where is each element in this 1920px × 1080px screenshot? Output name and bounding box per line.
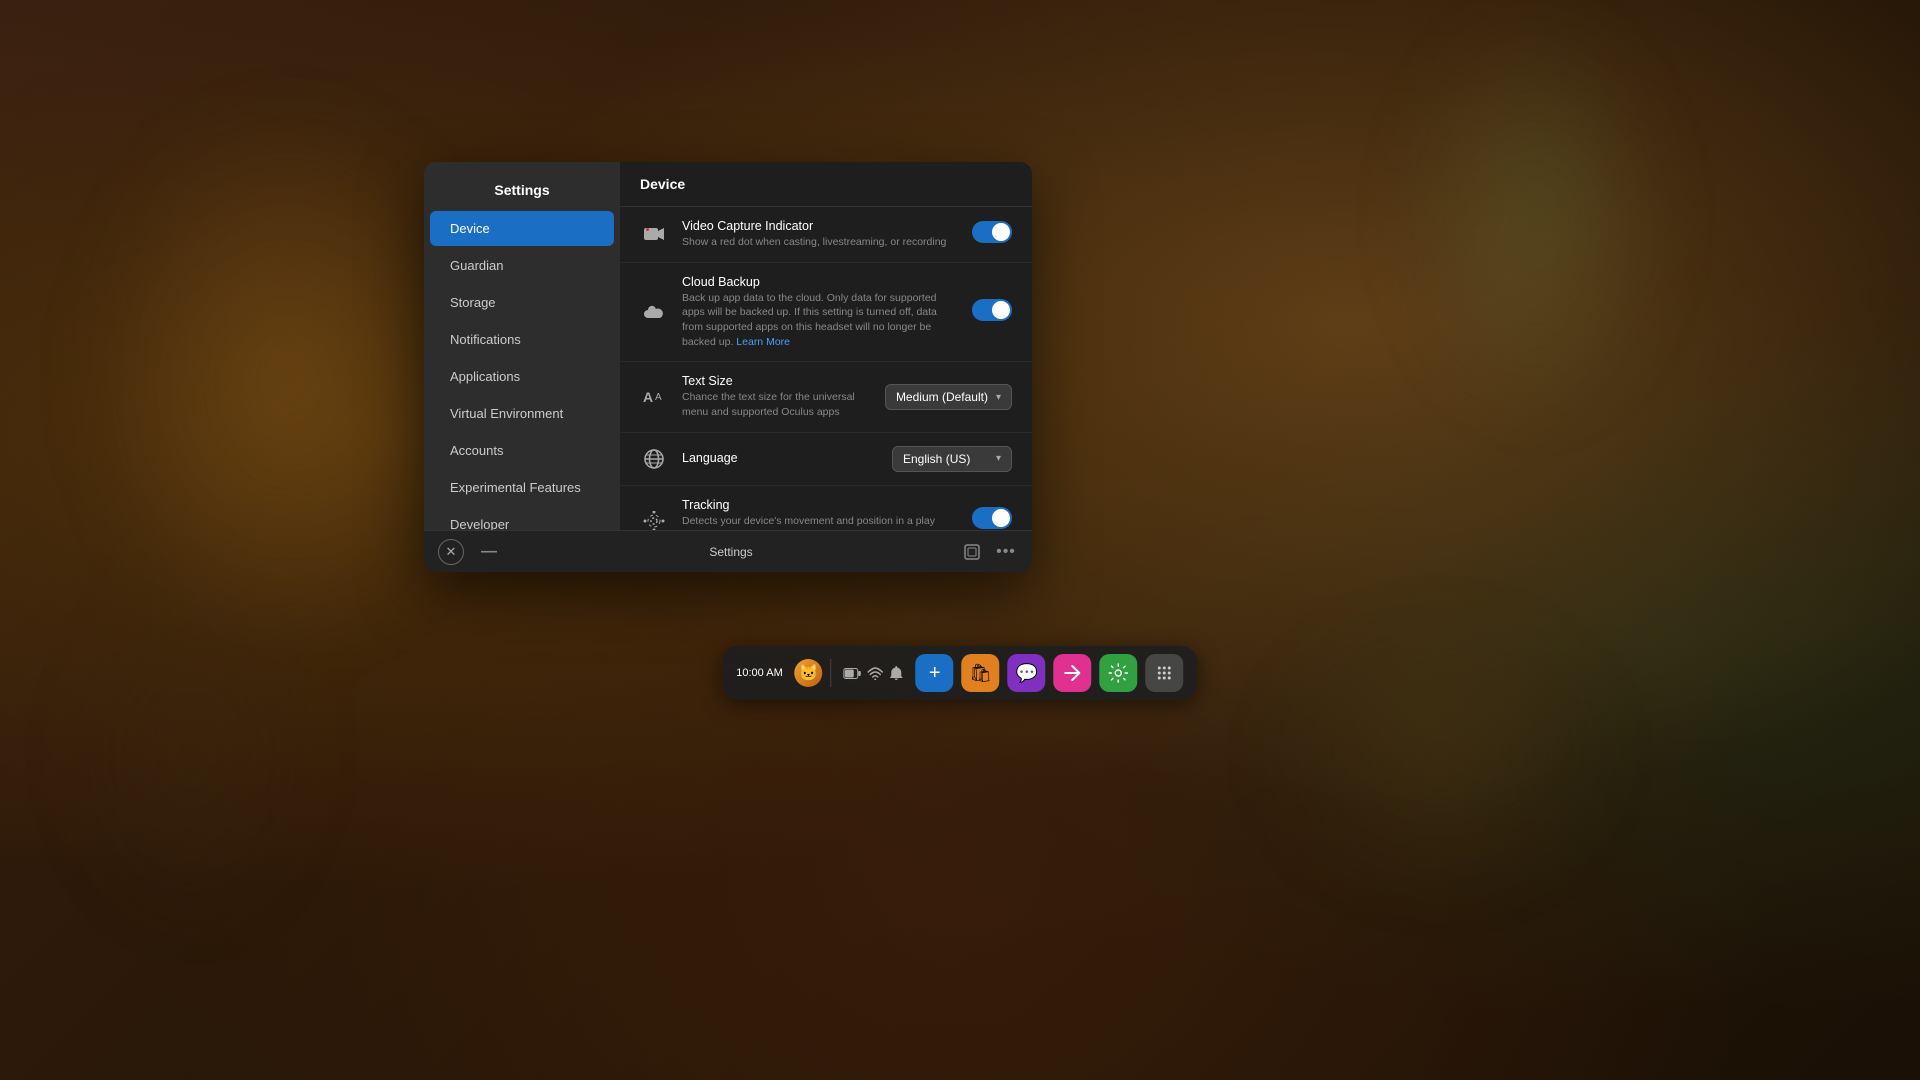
video-capture-toggle[interactable]	[972, 221, 1012, 243]
cloud-backup-desc: Back up app data to the cloud. Only data…	[682, 291, 958, 350]
sidebar-title: Settings	[424, 170, 620, 210]
sidebar-item-storage[interactable]: Storage	[430, 285, 614, 320]
window-footer: ✕ — Settings •••	[424, 530, 1032, 572]
tracking-name: Tracking	[682, 498, 958, 512]
sidebar-item-experimental-features[interactable]: Experimental Features	[430, 470, 614, 505]
tracking-toggle-control	[972, 507, 1012, 530]
tracking-info: Tracking Detects your device's movement …	[682, 498, 958, 530]
language-dropdown-arrow: ▾	[996, 453, 1001, 464]
battery-icon	[844, 668, 862, 679]
setting-row-text-size: A A Text Size Chance the text size for t…	[620, 362, 1032, 432]
sidebar: Settings Device Guardian Storage Notific…	[424, 162, 620, 530]
sidebar-item-notifications[interactable]: Notifications	[430, 322, 614, 357]
footer-right: •••	[960, 540, 1018, 564]
footer-title: Settings	[514, 545, 948, 559]
settings-window: Settings Device Guardian Storage Notific…	[424, 162, 1032, 572]
globe-icon	[640, 445, 668, 473]
taskbar-apps: + 🛍 💬	[916, 654, 1184, 692]
video-capture-desc: Show a red dot when casting, livestreami…	[682, 235, 958, 250]
taskbar-status-icons	[844, 665, 904, 681]
minimize-button[interactable]: —	[476, 539, 502, 565]
text-size-dropdown[interactable]: Medium (Default) ▾	[885, 384, 1012, 410]
sidebar-item-developer[interactable]: Developer	[430, 507, 614, 530]
setting-row-cloud-backup: Cloud Backup Back up app data to the clo…	[620, 263, 1032, 363]
sidebar-item-applications[interactable]: Applications	[430, 359, 614, 394]
text-size-desc: Chance the text size for the universal m…	[682, 390, 871, 419]
taskbar-time: 10:00 AM	[736, 667, 782, 679]
video-capture-name: Video Capture Indicator	[682, 219, 958, 233]
camera-icon	[640, 220, 668, 248]
sidebar-item-accounts[interactable]: Accounts	[430, 433, 614, 468]
setting-row-tracking: Tracking Detects your device's movement …	[620, 486, 1032, 530]
notification-icon	[890, 665, 904, 681]
setting-row-video-capture: Video Capture Indicator Show a red dot w…	[620, 207, 1032, 263]
cloud-backup-toggle[interactable]	[972, 299, 1012, 321]
svg-text:A: A	[655, 392, 662, 403]
app-plus-icon[interactable]: +	[916, 654, 954, 692]
text-size-dropdown-arrow: ▾	[996, 392, 1001, 403]
svg-text:A: A	[643, 389, 653, 405]
user-avatar[interactable]: 🐱	[795, 659, 823, 687]
text-size-icon: A A	[640, 383, 668, 411]
language-value: English (US)	[903, 452, 970, 466]
app-store-icon[interactable]: 🛍	[962, 654, 1000, 692]
tracking-desc: Detects your device's movement and posit…	[682, 514, 958, 530]
tracking-toggle[interactable]	[972, 507, 1012, 529]
content-body: Video Capture Indicator Show a red dot w…	[620, 207, 1032, 530]
more-options-button[interactable]: •••	[994, 540, 1018, 564]
system-taskbar: 10:00 AM 🐱	[722, 646, 1197, 700]
language-info: Language	[682, 451, 878, 467]
window-mode-button[interactable]	[960, 540, 984, 564]
text-size-name: Text Size	[682, 374, 871, 388]
app-grid-icon[interactable]	[1146, 654, 1184, 692]
language-dropdown-control: English (US) ▾	[892, 446, 1012, 472]
video-capture-toggle-control	[972, 221, 1012, 248]
app-settings-icon[interactable]	[1100, 654, 1138, 692]
cloud-backup-info: Cloud Backup Back up app data to the clo…	[682, 275, 958, 350]
cloud-backup-toggle-control	[972, 299, 1012, 326]
close-button[interactable]: ✕	[438, 539, 464, 565]
setting-row-language: Language English (US) ▾	[620, 433, 1032, 486]
text-size-info: Text Size Chance the text size for the u…	[682, 374, 871, 419]
cloud-backup-learn-more[interactable]: Learn More	[736, 336, 790, 348]
app-messenger-icon[interactable]: 💬	[1008, 654, 1046, 692]
taskbar-left: 10:00 AM 🐱	[736, 659, 831, 687]
text-size-value: Medium (Default)	[896, 390, 988, 404]
text-size-dropdown-control: Medium (Default) ▾	[885, 384, 1012, 410]
sidebar-item-guardian[interactable]: Guardian	[430, 248, 614, 283]
language-dropdown[interactable]: English (US) ▾	[892, 446, 1012, 472]
wifi-icon	[868, 667, 884, 680]
video-capture-info: Video Capture Indicator Show a red dot w…	[682, 219, 958, 250]
main-content: Device Video Capture Indicator Show a re…	[620, 162, 1032, 530]
cloud-backup-name: Cloud Backup	[682, 275, 958, 289]
sidebar-item-virtual-environment[interactable]: Virtual Environment	[430, 396, 614, 431]
window-body: Settings Device Guardian Storage Notific…	[424, 162, 1032, 530]
tracking-icon	[640, 507, 668, 531]
content-header: Device	[620, 162, 1032, 207]
language-name: Language	[682, 451, 878, 465]
app-share-icon[interactable]	[1054, 654, 1092, 692]
cloud-icon	[640, 298, 668, 326]
sidebar-item-device[interactable]: Device	[430, 211, 614, 246]
